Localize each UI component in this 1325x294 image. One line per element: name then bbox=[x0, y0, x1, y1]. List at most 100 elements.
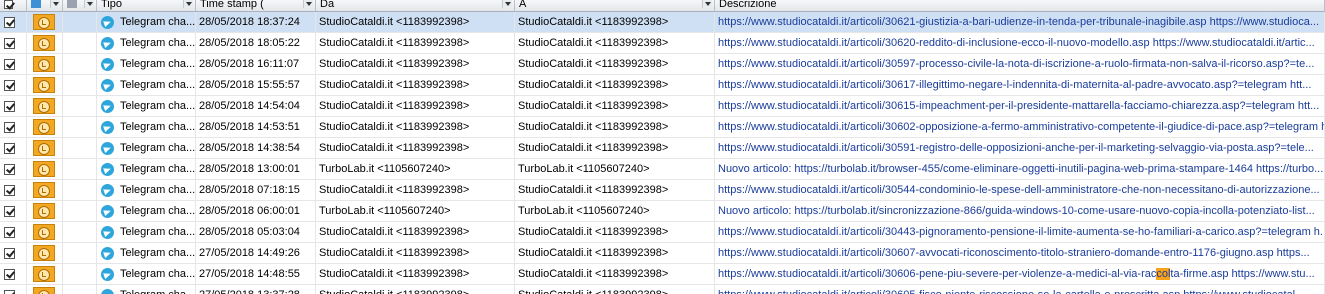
telegram-icon bbox=[101, 225, 114, 239]
row-attachment-cell bbox=[63, 75, 97, 95]
checkbox-column-header[interactable] bbox=[0, 0, 27, 11]
row-checkbox-cell[interactable] bbox=[0, 285, 27, 294]
table-row[interactable]: Telegram cha... 27/05/2018 14:48:55 Stud… bbox=[0, 264, 1325, 285]
row-tipo-cell: Telegram cha... bbox=[97, 285, 196, 294]
row-checkbox-cell[interactable] bbox=[0, 75, 27, 95]
row-checkbox-cell[interactable] bbox=[0, 201, 27, 221]
column-header-da-label: Da bbox=[320, 0, 335, 10]
telegram-icon bbox=[101, 99, 114, 113]
table-row[interactable]: Telegram cha... 28/05/2018 13:00:01 Turb… bbox=[0, 159, 1325, 180]
row-priority-cell bbox=[27, 264, 63, 284]
row-checkbox-cell[interactable] bbox=[0, 54, 27, 74]
row-recipient: StudioCataldi.it <1183992398> bbox=[515, 117, 715, 137]
table-row[interactable]: Telegram cha... 28/05/2018 18:05:22 Stud… bbox=[0, 33, 1325, 54]
a-filter-dropdown-icon[interactable] bbox=[702, 0, 712, 8]
row-description: https://www.studiocataldi.it/articoli/30… bbox=[718, 16, 1320, 28]
row-tipo-cell: Telegram cha... bbox=[97, 75, 196, 95]
row-tipo: Telegram cha... bbox=[120, 247, 196, 259]
row-description: https://www.studiocataldi.it/articoli/30… bbox=[718, 247, 1310, 259]
row-description-cell: https://www.studiocataldi.it/articoli/30… bbox=[715, 180, 1325, 200]
table-row[interactable]: Telegram cha... 28/05/2018 14:53:51 Stud… bbox=[0, 117, 1325, 138]
table-row[interactable]: Telegram cha... 28/05/2018 07:18:15 Stud… bbox=[0, 180, 1325, 201]
priority-clock-icon bbox=[33, 35, 55, 52]
row-checkbox[interactable] bbox=[4, 163, 15, 175]
row-description-part: https://www.studiocataldi.it/articoli/30… bbox=[718, 268, 1157, 280]
table-row[interactable]: Telegram cha... 28/05/2018 06:00:01 Turb… bbox=[0, 201, 1325, 222]
row-attachment-cell bbox=[63, 33, 97, 53]
row-checkbox[interactable] bbox=[4, 142, 15, 154]
row-priority-cell bbox=[27, 33, 63, 53]
table-row[interactable]: Telegram cha... 28/05/2018 05:03:04 Stud… bbox=[0, 222, 1325, 243]
telegram-icon bbox=[101, 15, 114, 29]
row-checkbox[interactable] bbox=[4, 205, 15, 217]
table-row[interactable]: Telegram cha... 28/05/2018 15:55:57 Stud… bbox=[0, 75, 1325, 96]
row-tipo-cell: Telegram cha... bbox=[97, 12, 196, 32]
row-checkbox[interactable] bbox=[4, 58, 15, 70]
row-checkbox[interactable] bbox=[4, 289, 15, 294]
row-tipo-cell: Telegram cha... bbox=[97, 33, 196, 53]
row-checkbox-cell[interactable] bbox=[0, 33, 27, 53]
attachment-column-header[interactable] bbox=[63, 0, 97, 11]
priority-clock-icon bbox=[33, 203, 55, 220]
column-header-descrizione[interactable]: Descrizione bbox=[715, 0, 1325, 11]
row-description-cell: https://www.studiocataldi.it/articoli/30… bbox=[715, 12, 1325, 32]
row-checkbox-cell[interactable] bbox=[0, 243, 27, 263]
priority-column-header[interactable] bbox=[27, 0, 63, 11]
row-checkbox-cell[interactable] bbox=[0, 222, 27, 242]
row-checkbox-cell[interactable] bbox=[0, 180, 27, 200]
row-checkbox-cell[interactable] bbox=[0, 117, 27, 137]
row-tipo-cell: Telegram cha... bbox=[97, 180, 196, 200]
row-tipo-cell: Telegram cha... bbox=[97, 54, 196, 74]
row-timestamp: 27/05/2018 14:48:55 bbox=[196, 264, 316, 284]
column-header-tipo[interactable]: Tipo bbox=[97, 0, 196, 11]
row-checkbox[interactable] bbox=[4, 79, 15, 91]
timestamp-filter-dropdown-icon[interactable] bbox=[303, 0, 313, 8]
row-attachment-cell bbox=[63, 243, 97, 263]
table-row[interactable]: Telegram cha... 28/05/2018 14:54:04 Stud… bbox=[0, 96, 1325, 117]
row-checkbox[interactable] bbox=[4, 37, 15, 49]
row-checkbox-cell[interactable] bbox=[0, 12, 27, 32]
row-checkbox-cell[interactable] bbox=[0, 138, 27, 158]
row-checkbox[interactable] bbox=[4, 247, 15, 259]
row-timestamp: 28/05/2018 07:18:15 bbox=[196, 180, 316, 200]
tipo-filter-dropdown-icon[interactable] bbox=[183, 0, 193, 8]
row-checkbox-cell[interactable] bbox=[0, 264, 27, 284]
row-recipient: StudioCataldi.it <1183992398> bbox=[515, 54, 715, 74]
row-checkbox[interactable] bbox=[4, 268, 15, 280]
row-checkbox[interactable] bbox=[4, 16, 15, 28]
row-tipo: Telegram cha... bbox=[120, 184, 196, 196]
table-row[interactable]: Telegram cha... 28/05/2018 14:38:54 Stud… bbox=[0, 138, 1325, 159]
row-tipo-cell: Telegram cha... bbox=[97, 222, 196, 242]
messages-grid: Tipo Time stamp ( Da A Descrizione Teleg… bbox=[0, 0, 1325, 294]
table-row[interactable]: Telegram cha... 28/05/2018 18:37:24 Stud… bbox=[0, 12, 1325, 33]
row-checkbox[interactable] bbox=[4, 100, 15, 112]
row-priority-cell bbox=[27, 54, 63, 74]
row-recipient: StudioCataldi.it <1183992398> bbox=[515, 33, 715, 53]
row-tipo: Telegram cha... bbox=[120, 142, 196, 154]
column-header-timestamp[interactable]: Time stamp ( bbox=[196, 0, 316, 11]
table-row[interactable]: Telegram cha... 27/05/2018 14:49:26 Stud… bbox=[0, 243, 1325, 264]
row-checkbox[interactable] bbox=[4, 184, 15, 196]
attachment-header-icon bbox=[67, 0, 77, 8]
row-checkbox[interactable] bbox=[4, 226, 15, 238]
row-sender: StudioCataldi.it <1183992398> bbox=[316, 96, 515, 116]
row-timestamp: 28/05/2018 13:00:01 bbox=[196, 159, 316, 179]
telegram-icon bbox=[101, 267, 114, 281]
priority-filter-dropdown-icon[interactable] bbox=[50, 0, 60, 8]
row-description-cell: https://www.studiocataldi.it/articoli/30… bbox=[715, 264, 1325, 284]
priority-clock-icon bbox=[33, 14, 55, 31]
column-header-a[interactable]: A bbox=[515, 0, 715, 11]
select-all-checkbox[interactable] bbox=[4, 0, 13, 9]
da-filter-dropdown-icon[interactable] bbox=[502, 0, 512, 8]
column-header-da[interactable]: Da bbox=[316, 0, 515, 11]
row-checkbox-cell[interactable] bbox=[0, 159, 27, 179]
priority-clock-icon bbox=[33, 245, 55, 262]
row-attachment-cell bbox=[63, 96, 97, 116]
row-checkbox-cell[interactable] bbox=[0, 96, 27, 116]
table-row[interactable]: Telegram cha... 27/05/2018 13:37:28 Stud… bbox=[0, 285, 1325, 294]
attachment-filter-dropdown-icon[interactable] bbox=[84, 0, 94, 8]
row-attachment-cell bbox=[63, 117, 97, 137]
row-description-cell: Nuovo articolo: https://turbolab.it/sinc… bbox=[715, 201, 1325, 221]
table-row[interactable]: Telegram cha... 28/05/2018 16:11:07 Stud… bbox=[0, 54, 1325, 75]
row-checkbox[interactable] bbox=[4, 121, 15, 133]
